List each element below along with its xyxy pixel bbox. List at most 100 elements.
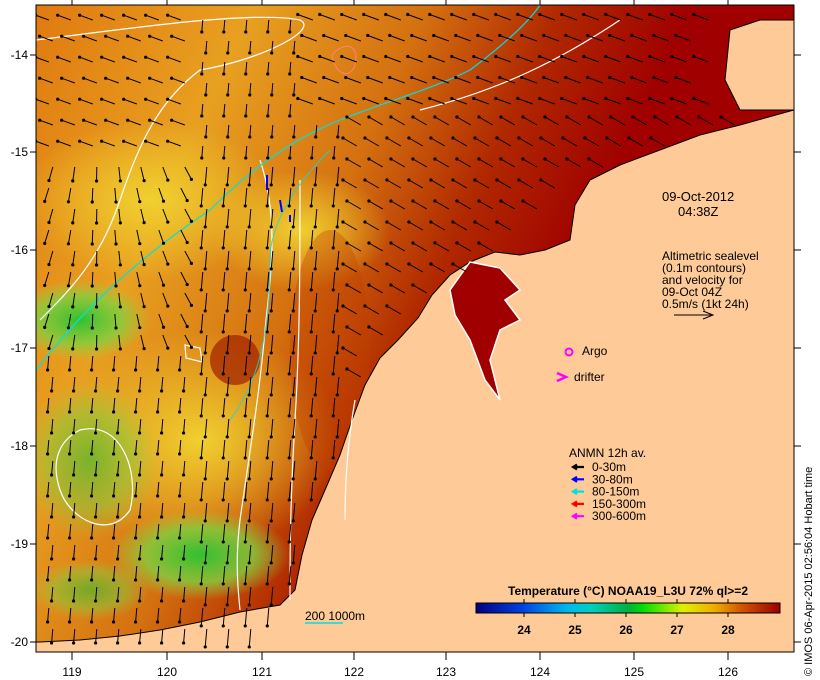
velocity-arrowhead: [498, 33, 502, 38]
velocity-arrowhead: [340, 54, 344, 59]
velocity-arrowhead: [331, 204, 335, 208]
velocity-arrowhead: [133, 494, 138, 498]
velocity-arrowhead: [221, 498, 225, 502]
velocity-arrowhead: [181, 389, 186, 393]
velocity-arrowhead: [455, 157, 459, 161]
velocity-arrowhead: [345, 325, 349, 329]
timestamp-time: 04:38Z: [678, 204, 719, 219]
velocity-arrowhead: [93, 599, 98, 603]
velocity-arrowhead: [318, 54, 322, 59]
velocity-arrowhead: [450, 96, 454, 101]
velocity-arrowhead: [608, 33, 612, 38]
velocity-arrowhead: [138, 242, 142, 246]
velocity-arrowhead: [291, 561, 295, 565]
drifter-label: drifter: [574, 370, 605, 384]
velocity-arrowhead: [269, 351, 273, 355]
velocity-arrowhead: [472, 12, 476, 17]
velocity-arrowhead: [499, 115, 503, 119]
velocity-arrowhead: [222, 156, 226, 160]
velocity-arrowhead: [100, 13, 104, 17]
velocity-arrowhead: [67, 536, 72, 540]
velocity-arrowhead: [71, 431, 76, 435]
velocity-arrowhead: [494, 96, 498, 101]
velocity-arrowhead: [203, 351, 207, 355]
velocity-arrowhead: [247, 603, 251, 607]
velocity-arrowhead: [341, 136, 345, 140]
velocity-arrowhead: [247, 435, 251, 439]
velocity-arrowhead: [177, 452, 182, 456]
velocity-arrowhead: [432, 33, 436, 38]
velocity-arrowhead: [155, 536, 160, 540]
velocity-arrowhead: [221, 540, 225, 544]
velocity-arrowhead: [609, 115, 613, 119]
velocity-arrowhead: [90, 326, 94, 330]
velocity-arrowhead: [265, 414, 269, 418]
velocity-arrowhead: [133, 620, 138, 624]
velocity-arrowhead: [476, 33, 480, 38]
velocity-arrowhead: [71, 347, 75, 351]
velocity-arrowhead: [332, 156, 336, 160]
velocity-arrowhead: [166, 55, 170, 59]
velocity-arrowhead: [410, 33, 414, 38]
velocity-arrowhead: [142, 347, 146, 351]
velocity-arrowhead: [49, 599, 54, 603]
velocity-arrowhead: [170, 76, 174, 80]
velocity-arrowhead: [363, 220, 367, 224]
velocity-arrowhead: [692, 96, 696, 101]
velocity-arrowhead: [137, 431, 142, 435]
velocity-arrowhead: [244, 156, 248, 160]
velocity-arrowhead: [582, 54, 586, 59]
velocity-arrowhead: [296, 12, 300, 17]
velocity-arrowhead: [225, 519, 229, 523]
velocity-arrowhead: [89, 452, 94, 456]
velocity-arrowhead: [538, 96, 542, 101]
velocity-arrowhead: [185, 198, 189, 203]
velocity-arrowhead: [89, 536, 94, 540]
velocity-arrowhead: [67, 620, 72, 624]
velocity-arrowhead: [71, 263, 75, 267]
velocity-arrowhead: [199, 414, 203, 418]
velocity-arrowhead: [71, 221, 75, 225]
velocity-arrow: [91, 187, 94, 203]
velocity-arrowhead: [199, 204, 203, 208]
velocity-arrowhead: [313, 351, 317, 355]
velocity-arrowhead: [118, 263, 122, 267]
velocity-arrowhead: [78, 139, 82, 143]
velocity-arrowhead: [411, 115, 415, 119]
velocity-arrowhead: [49, 557, 54, 561]
velocity-arrowhead: [389, 283, 393, 287]
velocity-arrowhead: [138, 200, 142, 204]
velocity-arrowhead: [388, 33, 392, 38]
velocity-arrowhead: [363, 262, 367, 266]
velocity-arrowhead: [363, 136, 367, 140]
velocity-arrowhead: [340, 12, 344, 17]
velocity-arrowhead: [367, 115, 371, 119]
velocity-arrowhead: [265, 540, 269, 544]
velocity-arrowhead: [189, 303, 194, 307]
velocity-arrowhead: [341, 346, 345, 350]
velocity-arrowhead: [66, 200, 71, 204]
velocity-arrowhead: [265, 372, 269, 376]
velocity-arrowhead: [652, 75, 656, 80]
velocity-arrowhead: [477, 199, 481, 203]
colorbar-tick-label: 26: [619, 623, 633, 637]
velocity-arrowhead: [221, 246, 225, 250]
velocity-arrowhead: [82, 76, 86, 80]
velocity-arrowhead: [608, 75, 612, 80]
velocity-arrowhead: [407, 136, 411, 140]
velocity-arrowhead: [114, 326, 118, 330]
velocity-arrowhead: [472, 96, 476, 101]
velocity-arrowhead: [674, 33, 678, 38]
velocity-arrowhead: [287, 582, 291, 586]
velocity-arrowhead: [433, 199, 437, 203]
velocity-arrowhead: [341, 220, 345, 224]
velocity-arrowhead: [243, 582, 247, 586]
velocity-arrowhead: [104, 76, 108, 80]
velocity-arrowhead: [270, 135, 274, 139]
velocity-arrowhead: [199, 288, 203, 292]
velocity-arrowhead: [345, 241, 349, 245]
velocity-arrowhead: [142, 305, 146, 309]
velocity-arrowhead: [203, 561, 207, 565]
velocity-arrowhead: [137, 515, 142, 519]
velocity-arrowhead: [203, 309, 207, 313]
